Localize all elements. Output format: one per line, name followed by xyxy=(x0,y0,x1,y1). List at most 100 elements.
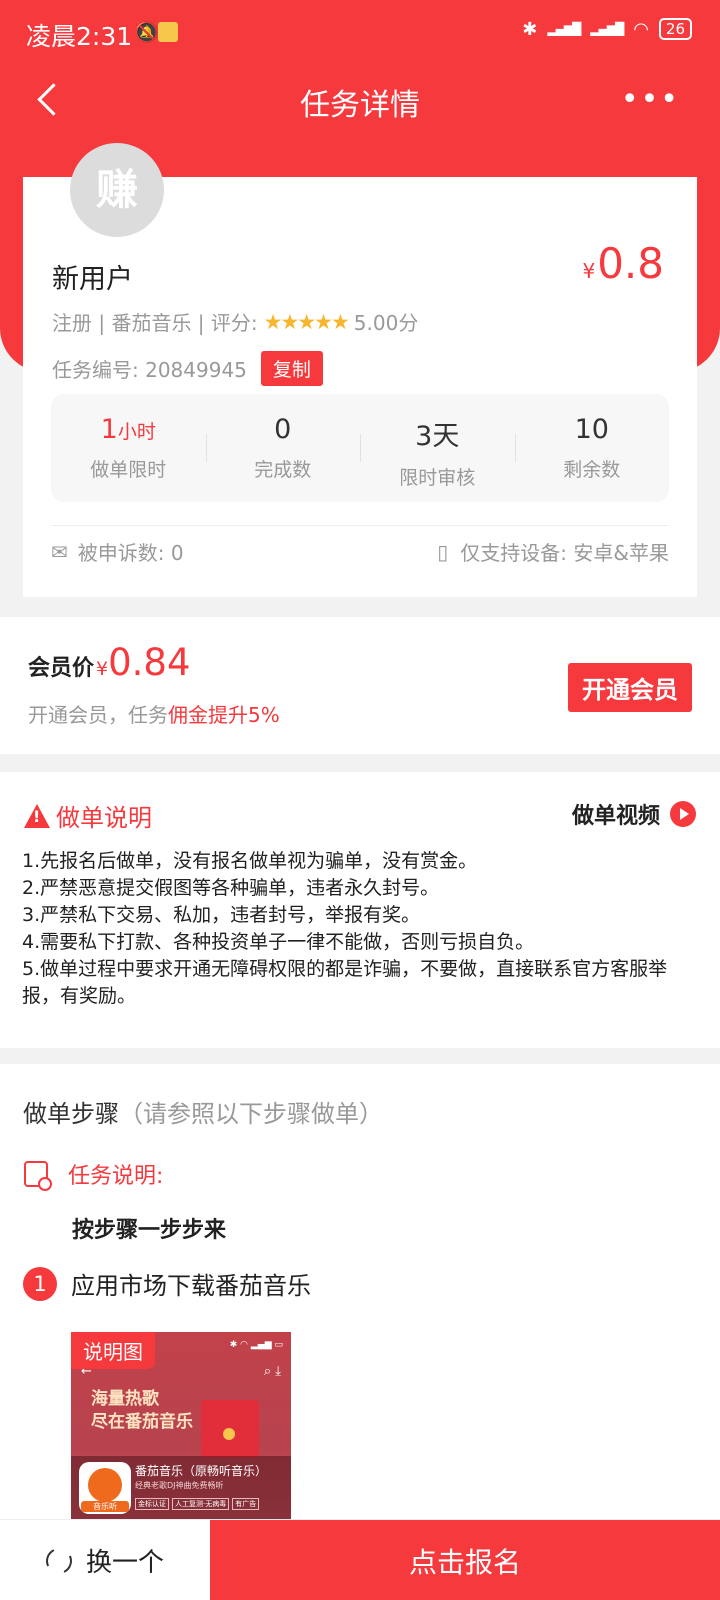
vip-price-label: 会员价 xyxy=(28,656,95,681)
stat-time-limit: 1小时 做单限时 xyxy=(51,394,206,502)
rule-item: 3.严禁私下交易、私加，违者封号，举报有奖。 xyxy=(22,904,421,926)
refresh-icon xyxy=(42,1543,76,1578)
step-text: 应用市场下载番茄音乐 xyxy=(71,1272,311,1300)
stat-value: 0 xyxy=(274,414,292,445)
vip-description: 开通会员，任务佣金提升5% xyxy=(28,699,280,728)
vip-price: 会员价 ¥ 0.84 xyxy=(28,641,191,684)
stat-label: 完成数 xyxy=(254,459,312,481)
task-meta: 注册 | 番茄音乐 | 评分: ★★★★★ 5.00分 xyxy=(52,307,418,336)
play-icon xyxy=(670,801,696,827)
task-notes: 做单说明 做单视频 1.先报名后做单，没有报名做单视为骗单，没有赏金。 2.严禁… xyxy=(0,772,720,1048)
stat-value: 1小时 xyxy=(51,414,206,445)
app-chips: 金标认证 人工复测·无病毒 有广告 xyxy=(135,1498,260,1510)
rules-list: 1.先报名后做单，没有报名做单视为骗单，没有赏金。 2.严禁恶意提交假图等各种骗… xyxy=(22,848,700,1010)
rating-stars-icon: ★★★★★ xyxy=(263,309,350,334)
notification-app-icon xyxy=(158,22,178,42)
stat-completed: 0 完成数 xyxy=(205,394,361,502)
video-label: 做单视频 xyxy=(571,804,660,829)
nav-bar: 任务详情 ••• xyxy=(0,70,720,132)
bottom-action-bar: 换一个 点击报名 xyxy=(0,1519,720,1600)
document-icon xyxy=(24,1161,52,1191)
open-vip-button[interactable]: 开通会员 xyxy=(568,663,692,712)
app-chip: 有广告 xyxy=(232,1498,260,1510)
price-value: 0.8 xyxy=(597,239,664,288)
task-name: 新用户 xyxy=(52,264,133,295)
thumb-status-icons: ✱ ◠ ▂▄▆ ▭ xyxy=(229,1340,283,1350)
app-name: 番茄音乐（原畅听音乐） xyxy=(135,1464,268,1478)
app-logo-icon: 音乐听 xyxy=(79,1462,131,1514)
thumb-slogan: 海量热歌 尽在番茄音乐 xyxy=(91,1388,193,1434)
divider xyxy=(51,525,669,526)
app-logo-label: 音乐听 xyxy=(81,1501,129,1512)
status-bar: 凌晨2:31 🔕 ✱ ▂▄▆█ ▂▄▆█ ◠ 26 xyxy=(0,0,720,66)
steps-title: 做单步骤（请参照以下步骤做单） xyxy=(23,1094,383,1129)
complaint-count: ✉ 被申诉数: 0 xyxy=(51,537,184,566)
vip-price-value: 0.84 xyxy=(108,641,191,684)
supported-devices: ▯ 仅支持设备: 安卓&苹果 xyxy=(437,537,669,566)
vip-desc-highlight: 佣金提升5% xyxy=(168,703,280,727)
mail-icon: ✉ xyxy=(51,539,68,564)
stat-value: 3天 xyxy=(415,421,460,452)
wifi-icon: ◠ xyxy=(633,18,649,40)
signal-icon-2: ▂▄▆█ xyxy=(590,22,624,36)
notes-title-text: 做单说明 xyxy=(56,804,152,832)
warning-icon xyxy=(24,803,50,828)
page-title: 任务详情 xyxy=(300,88,420,123)
red-envelope-icon xyxy=(201,1400,259,1458)
stat-label: 剩余数 xyxy=(563,459,621,481)
rule-item: 5.做单过程中要求开通无障碍权限的都是诈骗，不要做，直接联系官方客服举报，有奖励… xyxy=(22,958,668,1007)
complaint-text: 被申诉数: 0 xyxy=(77,541,184,565)
stat-label: 限时审核 xyxy=(399,467,476,489)
explanation-image-tag: 说明图 xyxy=(71,1332,155,1369)
task-number-row: 任务编号: 20849945 复制 xyxy=(52,351,323,386)
task-number-value: 20849945 xyxy=(145,358,247,382)
avatar: 赚 xyxy=(70,143,164,237)
vip-section: 会员价 ¥ 0.84 开通会员，任务佣金提升5% 开通会员 xyxy=(0,617,720,754)
status-icons: ✱ ▂▄▆█ ▂▄▆█ ◠ 26 xyxy=(522,18,692,40)
phone-icon: ▯ xyxy=(437,539,449,564)
slogan-line: 尽在番茄音乐 xyxy=(91,1412,193,1432)
notes-title: 做单说明 xyxy=(24,798,152,833)
thumb-app-card: 音乐听 番茄音乐（原畅听音乐） 经典老歌DJ神曲免费畅听 金标认证 人工复测·无… xyxy=(71,1456,291,1519)
refresh-label: 换一个 xyxy=(85,1548,164,1578)
thumb-search-download-icons: ⌕ ⤓ xyxy=(263,1364,281,1379)
bluetooth-icon: ✱ xyxy=(522,18,538,40)
rating-value: 5.00分 xyxy=(353,311,419,335)
rule-item: 1.先报名后做单，没有报名做单视为骗单，没有赏金。 xyxy=(22,850,478,872)
stat-label: 做单限时 xyxy=(90,459,167,481)
stat-number: 1 xyxy=(100,414,118,445)
device-text: 仅支持设备: 安卓&苹果 xyxy=(460,541,669,565)
step-number: 1 xyxy=(23,1266,57,1301)
task-number-label: 任务编号: xyxy=(52,358,139,382)
slogan-line: 海量热歌 xyxy=(91,1389,159,1409)
more-options-icon[interactable]: ••• xyxy=(621,82,680,117)
rule-item: 4.需要私下打款、各种投资单子一律不能做，否则亏损自负。 xyxy=(22,931,535,953)
task-card: 赚 新用户 ¥0.8 注册 | 番茄音乐 | 评分: ★★★★★ 5.00分 任… xyxy=(23,143,697,597)
task-description-header: 任务说明: xyxy=(24,1158,164,1191)
stat-remaining: 10 剩余数 xyxy=(514,394,670,502)
step-item: 1 应用市场下载番茄音乐 xyxy=(23,1266,311,1301)
task-description-label: 任务说明: xyxy=(68,1164,164,1189)
task-category: 注册 | 番茄音乐 | 评分: xyxy=(52,311,258,335)
copy-button[interactable]: 复制 xyxy=(260,351,323,386)
task-description-body: 按步骤一步步来 xyxy=(72,1218,227,1243)
status-time: 凌晨2:31 xyxy=(26,22,133,51)
task-number: 任务编号: 20849945 xyxy=(52,354,247,383)
app-subtitle: 经典老歌DJ神曲免费畅听 xyxy=(135,1481,224,1490)
stat-review: 3天 限时审核 xyxy=(360,394,515,502)
step-screenshot[interactable]: ✱ ◠ ▂▄▆ ▭ ← ⌕ ⤓ 海量热歌 尽在番茄音乐 音乐听 番茄音乐（原畅听… xyxy=(71,1332,291,1519)
currency-symbol: ¥ xyxy=(96,658,109,680)
task-price: ¥0.8 xyxy=(582,239,664,288)
task-video-link[interactable]: 做单视频 xyxy=(572,798,696,830)
signup-button[interactable]: 点击报名 xyxy=(210,1520,720,1600)
rule-item: 2.严禁恶意提交假图等各种骗单，违者永久封号。 xyxy=(22,877,440,899)
bell-off-icon: 🔕 xyxy=(134,20,159,44)
task-steps: 做单步骤（请参照以下步骤做单） 任务说明: 按步骤一步步来 1 应用市场下载番茄… xyxy=(0,1064,720,1519)
steps-title-text: 做单步骤 xyxy=(23,1100,119,1128)
app-chip: 金标认证 xyxy=(135,1498,169,1510)
signal-icon: ▂▄▆█ xyxy=(547,22,581,36)
battery-indicator: 26 xyxy=(658,18,692,40)
app-chip: 人工复测·无病毒 xyxy=(172,1498,230,1510)
refresh-button[interactable]: 换一个 xyxy=(0,1520,210,1600)
stat-value: 10 xyxy=(574,414,609,445)
